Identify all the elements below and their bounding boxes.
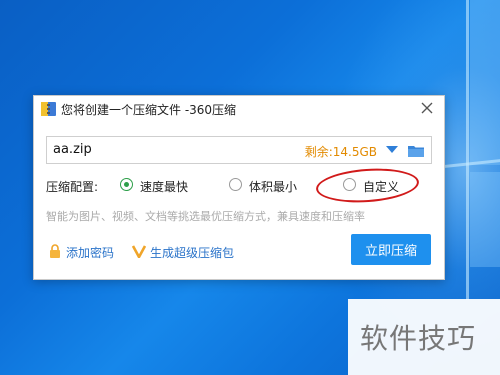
radio-dot[interactable]	[120, 178, 133, 191]
options-label: 压缩配置:	[46, 180, 99, 194]
desktop-logo-pane	[470, 0, 500, 165]
title-bar[interactable]: 您将创建一个压缩文件 -360压缩	[34, 96, 444, 123]
dialog-title: 您将创建一个压缩文件 -360压缩	[61, 103, 237, 117]
triangle-down-icon[interactable]	[386, 146, 398, 153]
annotation-circle	[314, 165, 421, 206]
free-space-label: 剩余:14.5GB	[304, 145, 377, 159]
lock-icon	[50, 244, 60, 258]
radio-label[interactable]: 体积最小	[249, 178, 297, 195]
watermark-text: 软件技巧	[360, 322, 477, 355]
compress-now-button[interactable]: 立即压缩	[351, 234, 431, 265]
desktop-logo-pane	[470, 172, 500, 267]
v-check-icon	[132, 245, 146, 258]
options-description: 智能为图片、视频、文档等挑选最优压缩方式，兼具速度和压缩率	[46, 210, 365, 223]
compress-dialog: 您将创建一个压缩文件 -360压缩 aa.zip 剩余:14.5GB 压缩配置:…	[33, 95, 445, 280]
radio-dot[interactable]	[229, 178, 242, 191]
archive-path-value[interactable]: aa.zip	[53, 142, 92, 157]
watermark: 软件技巧	[348, 299, 500, 375]
desktop-light-beam	[466, 0, 469, 300]
super-archive-label[interactable]: 生成超级压缩包	[150, 244, 234, 261]
archive-path-field[interactable]: aa.zip 剩余:14.5GB	[46, 136, 432, 164]
add-password-label[interactable]: 添加密码	[66, 244, 114, 261]
archive-icon	[41, 102, 56, 116]
folder-icon[interactable]	[408, 144, 424, 157]
close-icon[interactable]	[418, 99, 436, 117]
radio-label[interactable]: 速度最快	[140, 178, 188, 195]
